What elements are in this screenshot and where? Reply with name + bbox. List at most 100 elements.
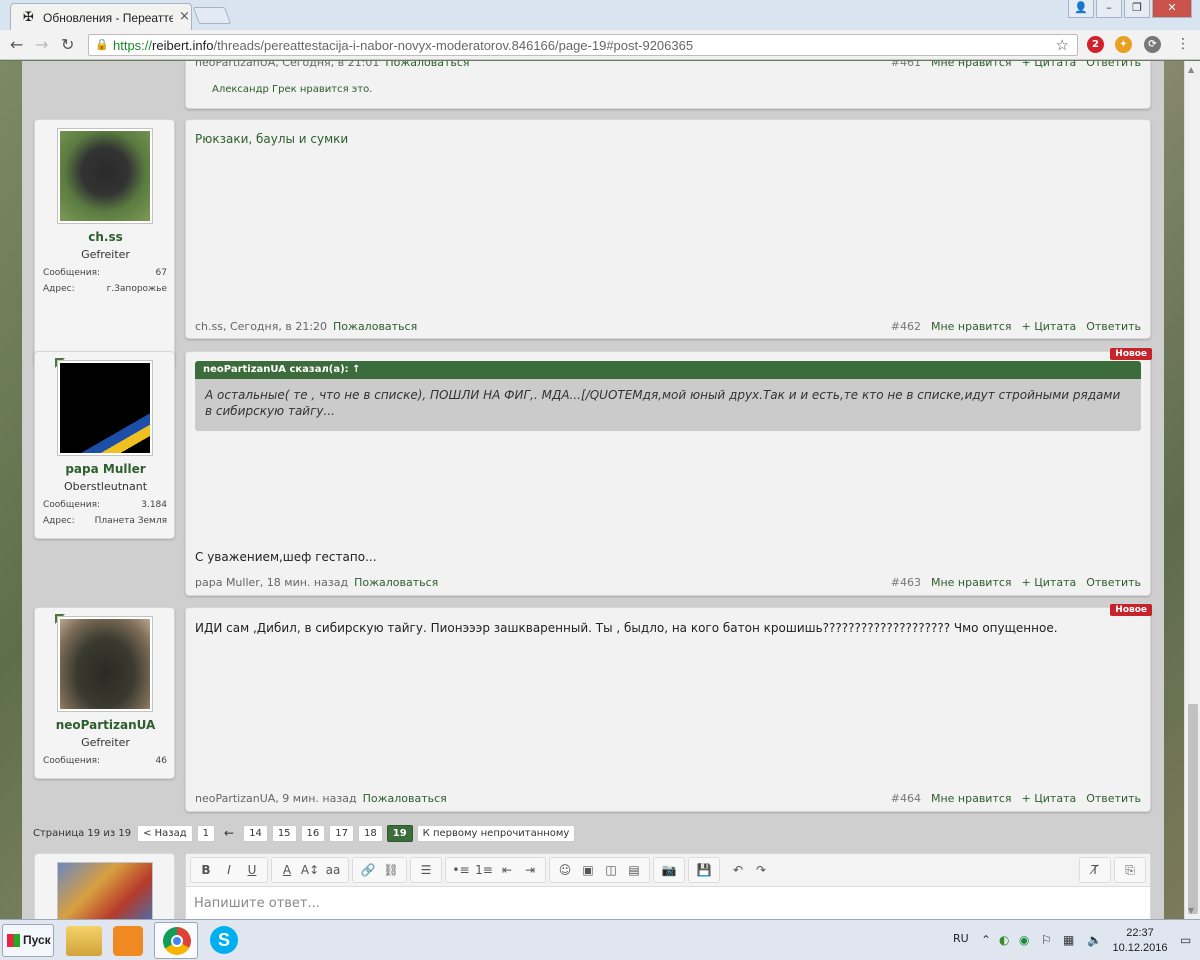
language-indicator[interactable]: RU: [953, 932, 969, 945]
post-number[interactable]: #462: [891, 320, 921, 333]
image-icon[interactable]: ▣: [577, 859, 599, 881]
toggle-bbcode-icon[interactable]: ⎘: [1119, 859, 1141, 881]
scroll-up-arrow[interactable]: ▲: [1188, 65, 1194, 74]
quote-link[interactable]: + Цитата: [1022, 320, 1077, 333]
post-author-date[interactable]: ch.ss, Сегодня, в 21:20: [195, 320, 327, 333]
extension-opera-icon[interactable]: 2: [1087, 36, 1104, 53]
numbered-list-icon[interactable]: 1≡: [473, 859, 495, 881]
media-icon[interactable]: ◫: [600, 859, 622, 881]
browser-tab[interactable]: ✠ Обновления - Переатте ×: [10, 3, 192, 30]
avatar[interactable]: [57, 616, 153, 712]
quote-insert-icon[interactable]: ▤: [623, 859, 645, 881]
page-button[interactable]: 16: [300, 824, 326, 842]
page-scrollbar[interactable]: ▲ ▼: [1184, 61, 1200, 919]
avatar[interactable]: [57, 862, 153, 919]
file-explorer-icon[interactable]: [66, 926, 102, 956]
restore-button[interactable]: ❐: [1124, 0, 1150, 18]
align-icon[interactable]: ☰: [415, 859, 437, 881]
like-link[interactable]: Мне нравится: [931, 320, 1012, 333]
reply-link[interactable]: Ответить: [1086, 792, 1141, 805]
chrome-taskbar-button[interactable]: [154, 922, 198, 959]
skip-arrow[interactable]: ←: [219, 824, 239, 842]
italic-icon[interactable]: I: [218, 859, 240, 881]
avatar[interactable]: [57, 128, 153, 224]
scroll-down-arrow[interactable]: ▼: [1188, 906, 1194, 915]
camera-icon[interactable]: 📷: [658, 859, 680, 881]
username[interactable]: neoPartizanUA: [35, 718, 176, 732]
save-draft-icon[interactable]: 💾: [693, 859, 715, 881]
page-button[interactable]: 17: [329, 824, 355, 842]
address-bar[interactable]: 🔒 https://reibert.info/threads/pereattes…: [88, 34, 1078, 56]
media-player-icon[interactable]: [113, 926, 143, 956]
quote-header[interactable]: neoPartizanUA сказал(а): ↑: [195, 361, 1141, 379]
close-window-button[interactable]: ✕: [1152, 0, 1192, 18]
likes-summary[interactable]: Александр Грек нравится это.: [212, 82, 372, 98]
clear-format-icon[interactable]: T̸: [1084, 859, 1106, 881]
like-link[interactable]: Мне нравится: [931, 576, 1012, 589]
username[interactable]: papa Muller: [35, 462, 176, 476]
like-link[interactable]: Мне нравится: [931, 792, 1012, 805]
prev-page-button[interactable]: < Назад: [137, 824, 193, 842]
forward-arrow-icon[interactable]: →: [35, 35, 48, 54]
link-icon[interactable]: 🔗: [357, 859, 379, 881]
start-button[interactable]: Пуск: [2, 924, 54, 957]
reply-input[interactable]: Напишите ответ...: [194, 896, 320, 911]
user-profile-icon[interactable]: 👤: [1068, 0, 1094, 18]
network-icon[interactable]: ▦: [1063, 933, 1074, 947]
menu-kebab-icon[interactable]: ⋮: [1176, 36, 1190, 52]
like-link[interactable]: Мне нравится: [931, 61, 1012, 69]
post-author-date[interactable]: neoPartizanUA, 9 мин. назад: [195, 792, 357, 805]
bold-icon[interactable]: B: [195, 859, 217, 881]
undo-icon[interactable]: ↶: [727, 859, 749, 881]
bullet-list-icon[interactable]: •≡: [450, 859, 472, 881]
report-link[interactable]: Пожаловаться: [385, 61, 469, 69]
skype-taskbar-button[interactable]: S: [202, 922, 246, 959]
bookmark-star-icon[interactable]: ☆: [1056, 36, 1069, 54]
post-message[interactable]: Рюкзаки, баулы и сумки: [195, 131, 348, 147]
flag-icon[interactable]: ⚐: [1041, 933, 1052, 947]
page-button[interactable]: 18: [358, 824, 383, 842]
outdent-icon[interactable]: ⇤: [496, 859, 518, 881]
volume-icon[interactable]: 🔈: [1087, 933, 1102, 947]
extension-puzzle-icon[interactable]: ✦: [1115, 36, 1132, 53]
font-color-icon[interactable]: A: [276, 859, 298, 881]
font-size-icon[interactable]: A↕: [299, 859, 321, 881]
quote-link[interactable]: + Цитата: [1022, 792, 1077, 805]
report-link[interactable]: Пожаловаться: [333, 320, 417, 333]
page-button[interactable]: 14: [243, 824, 268, 842]
minimize-button[interactable]: –: [1096, 0, 1122, 18]
back-arrow-icon[interactable]: ←: [10, 35, 23, 54]
post-number[interactable]: #464: [891, 792, 921, 805]
unlink-icon[interactable]: ⛓: [380, 859, 402, 881]
reply-link[interactable]: Ответить: [1086, 320, 1141, 333]
quote-link[interactable]: + Цитата: [1022, 61, 1077, 69]
quote-link[interactable]: + Цитата: [1022, 576, 1077, 589]
first-unread-button[interactable]: К первому непрочитанному: [416, 824, 576, 842]
reply-link[interactable]: Ответить: [1086, 61, 1141, 69]
redo-icon[interactable]: ↷: [750, 859, 772, 881]
indent-icon[interactable]: ⇥: [519, 859, 541, 881]
report-link[interactable]: Пожаловаться: [354, 576, 438, 589]
current-page-button[interactable]: 19: [386, 824, 413, 842]
page-button[interactable]: 15: [271, 824, 297, 842]
reload-icon[interactable]: ↻: [61, 35, 74, 54]
font-family-icon[interactable]: a͏a: [322, 859, 344, 881]
underline-icon[interactable]: U: [241, 859, 263, 881]
close-tab-icon[interactable]: ×: [179, 9, 190, 24]
new-tab-button[interactable]: [192, 7, 232, 24]
extension-sync-icon[interactable]: ⟳: [1144, 36, 1161, 53]
page-1-button[interactable]: 1: [196, 824, 216, 842]
tray-app-icon[interactable]: ◐: [999, 933, 1009, 947]
tray-expand-icon[interactable]: ⌃: [981, 933, 991, 947]
smiley-icon[interactable]: ☺: [554, 859, 576, 881]
tray-sync-icon[interactable]: ◉: [1019, 933, 1029, 947]
post-number[interactable]: #461: [891, 61, 921, 69]
report-link[interactable]: Пожаловаться: [363, 792, 447, 805]
post-number[interactable]: #463: [891, 576, 921, 589]
post-author-date[interactable]: papa Muller, 18 мин. назад: [195, 576, 348, 589]
scroll-thumb[interactable]: [1188, 704, 1198, 914]
system-clock[interactable]: 22:37 10.12.2016: [1110, 926, 1170, 956]
reply-link[interactable]: Ответить: [1086, 576, 1141, 589]
username[interactable]: ch.ss: [35, 230, 176, 244]
avatar[interactable]: [57, 360, 153, 456]
